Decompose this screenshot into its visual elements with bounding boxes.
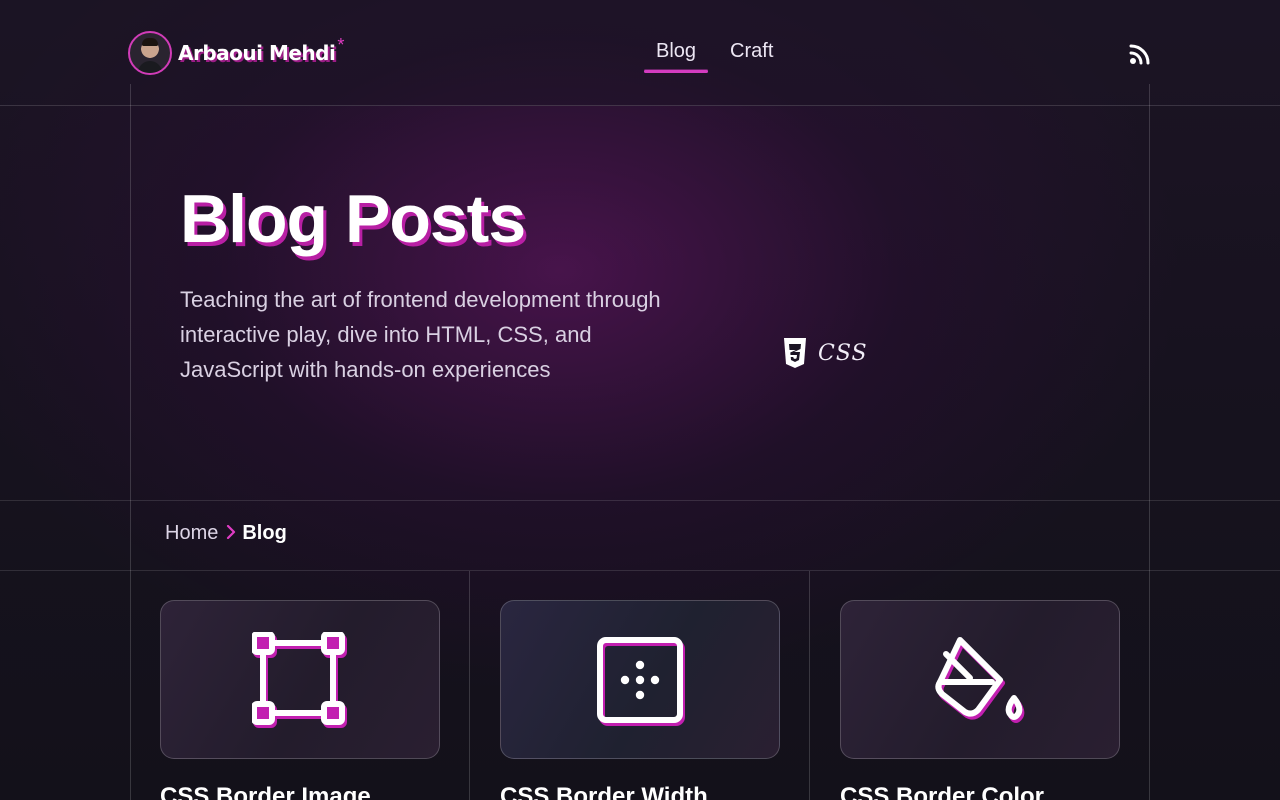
- frame-line-right: [1149, 84, 1150, 800]
- brand-link[interactable]: Arbaoui Mehdi *: [128, 31, 344, 75]
- tag-label: CSS: [818, 340, 868, 366]
- frame-line-left: [130, 84, 131, 800]
- tag-css[interactable]: CSS: [782, 337, 868, 369]
- post-thumbnail[interactable]: [160, 600, 440, 759]
- divider-hero: [0, 500, 1280, 501]
- rss-icon: [1129, 44, 1150, 65]
- post-title[interactable]: CSS Border Color: [840, 783, 1120, 800]
- brand-name: Arbaoui Mehdi: [178, 41, 336, 65]
- border-width-icon: [597, 636, 685, 726]
- border-image-icon: [252, 631, 347, 728]
- breadcrumb: Home Blog: [165, 522, 287, 545]
- page-title: Blog Posts: [180, 181, 526, 257]
- rss-button[interactable]: [1128, 42, 1152, 66]
- nav-link-craft[interactable]: Craft: [730, 40, 773, 63]
- site-header: Arbaoui Mehdi * Blog Craft: [0, 0, 1280, 106]
- chevron-right-icon: [226, 523, 236, 544]
- avatar: [128, 31, 172, 75]
- paint-bucket-icon: [935, 636, 1025, 723]
- nav-link-blog[interactable]: Blog: [643, 40, 709, 73]
- card-divider-1: [469, 571, 470, 800]
- post-thumbnail[interactable]: [840, 600, 1120, 759]
- divider-breadcrumb: [0, 570, 1280, 571]
- post-title[interactable]: CSS Border Width: [500, 783, 780, 800]
- main-nav: Blog Craft: [643, 40, 773, 73]
- post-card[interactable]: CSS Border Width: [500, 600, 780, 800]
- page-description: Teaching the art of frontend development…: [180, 287, 661, 382]
- css3-icon: [784, 338, 806, 368]
- post-title[interactable]: CSS Border Image: [160, 783, 440, 800]
- breadcrumb-home[interactable]: Home: [165, 522, 218, 545]
- card-divider-2: [809, 571, 810, 800]
- breadcrumb-current: Blog: [242, 522, 287, 544]
- post-card[interactable]: CSS Border Image: [160, 600, 440, 800]
- post-card[interactable]: CSS Border Color: [840, 600, 1120, 800]
- post-thumbnail[interactable]: [500, 600, 780, 759]
- brand-mark: *: [337, 34, 345, 55]
